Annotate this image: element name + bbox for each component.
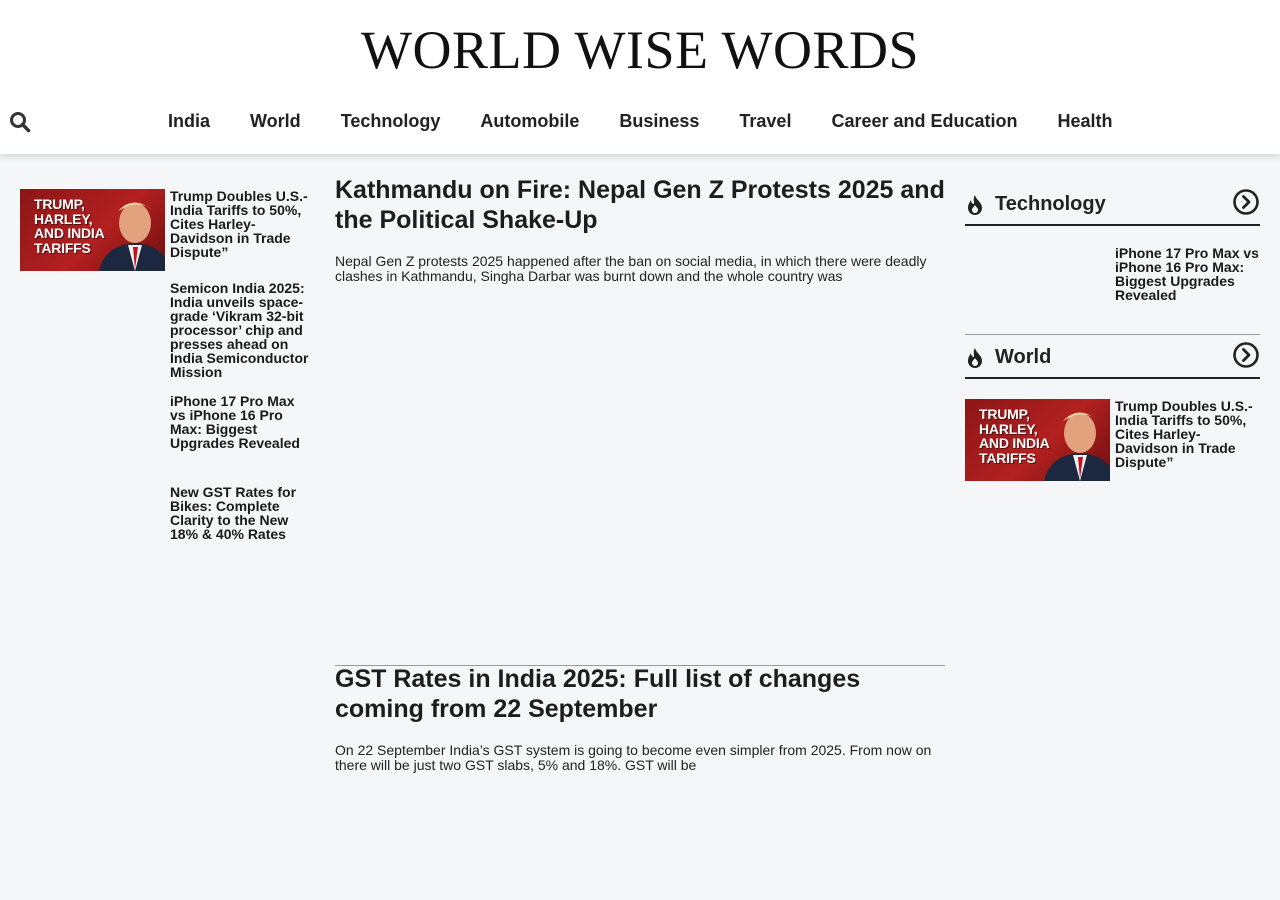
chevron-right-circle-icon[interactable] xyxy=(1232,341,1260,369)
list-item: TRUMP, HARLEY, AND INDIA TARIFFS xyxy=(965,399,1110,481)
nav-item-world[interactable]: World xyxy=(230,106,321,136)
post-excerpt: Nepal Gen Z protests 2025 happened after… xyxy=(335,253,927,284)
list-item: TRUMP, HARLEY, AND INDIA TARIFFS xyxy=(20,189,165,271)
site-header: WORLD WISE WORDS India World Technology … xyxy=(0,0,1280,154)
post-title-link[interactable]: iPhone 17 Pro Max vs iPhone 16 Pro Max: … xyxy=(1115,246,1260,302)
nav-item-india[interactable]: India xyxy=(148,106,230,136)
search-icon[interactable] xyxy=(9,111,33,135)
fire-icon xyxy=(968,348,982,368)
person-portrait-icon xyxy=(1044,412,1110,481)
widget-header-technology: Technology xyxy=(965,186,1260,226)
post-excerpt: On 22 September India’s GST system is go… xyxy=(335,742,932,773)
nav-item-travel[interactable]: Travel xyxy=(719,106,811,136)
chevron-right-circle-icon[interactable] xyxy=(1232,188,1260,216)
nav-item-health[interactable]: Health xyxy=(1038,106,1133,136)
nav-item-automobile[interactable]: Automobile xyxy=(460,106,599,136)
post-title-link[interactable]: Semicon India 2025: India unveils space-… xyxy=(170,281,312,379)
nav-item-career-education[interactable]: Career and Education xyxy=(811,106,1037,136)
nav-item-business[interactable]: Business xyxy=(599,106,719,136)
person-portrait-icon xyxy=(99,202,165,271)
post-title-link[interactable]: Trump Doubles U.S.-India Tariffs to 50%,… xyxy=(170,189,312,259)
post-title-link[interactable]: iPhone 17 Pro Max vs iPhone 16 Pro Max: … xyxy=(170,394,312,450)
widget-title: Technology xyxy=(995,193,1106,215)
nav-item-technology[interactable]: Technology xyxy=(321,106,461,136)
post-thumbnail[interactable]: TRUMP, HARLEY, AND INDIA TARIFFS xyxy=(20,189,165,271)
post-title-link[interactable]: New GST Rates for Bikes: Complete Clarit… xyxy=(170,485,312,541)
main-nav: India World Technology Automobile Busine… xyxy=(148,106,1133,136)
fire-icon xyxy=(968,195,982,215)
post-title-link[interactable]: Kathmandu on Fire: Nepal Gen Z Protests … xyxy=(335,175,945,235)
post-thumbnail[interactable]: TRUMP, HARLEY, AND INDIA TARIFFS xyxy=(965,399,1110,481)
widget-title: World xyxy=(995,346,1052,368)
site-logo[interactable]: WORLD WISE WORDS xyxy=(0,20,1280,80)
post-title-link[interactable]: Trump Doubles U.S.-India Tariffs to 50%,… xyxy=(1115,399,1260,469)
post-title-link[interactable]: GST Rates in India 2025: Full list of ch… xyxy=(335,664,945,724)
widget-header-world: World xyxy=(965,339,1260,379)
divider xyxy=(965,334,1260,335)
